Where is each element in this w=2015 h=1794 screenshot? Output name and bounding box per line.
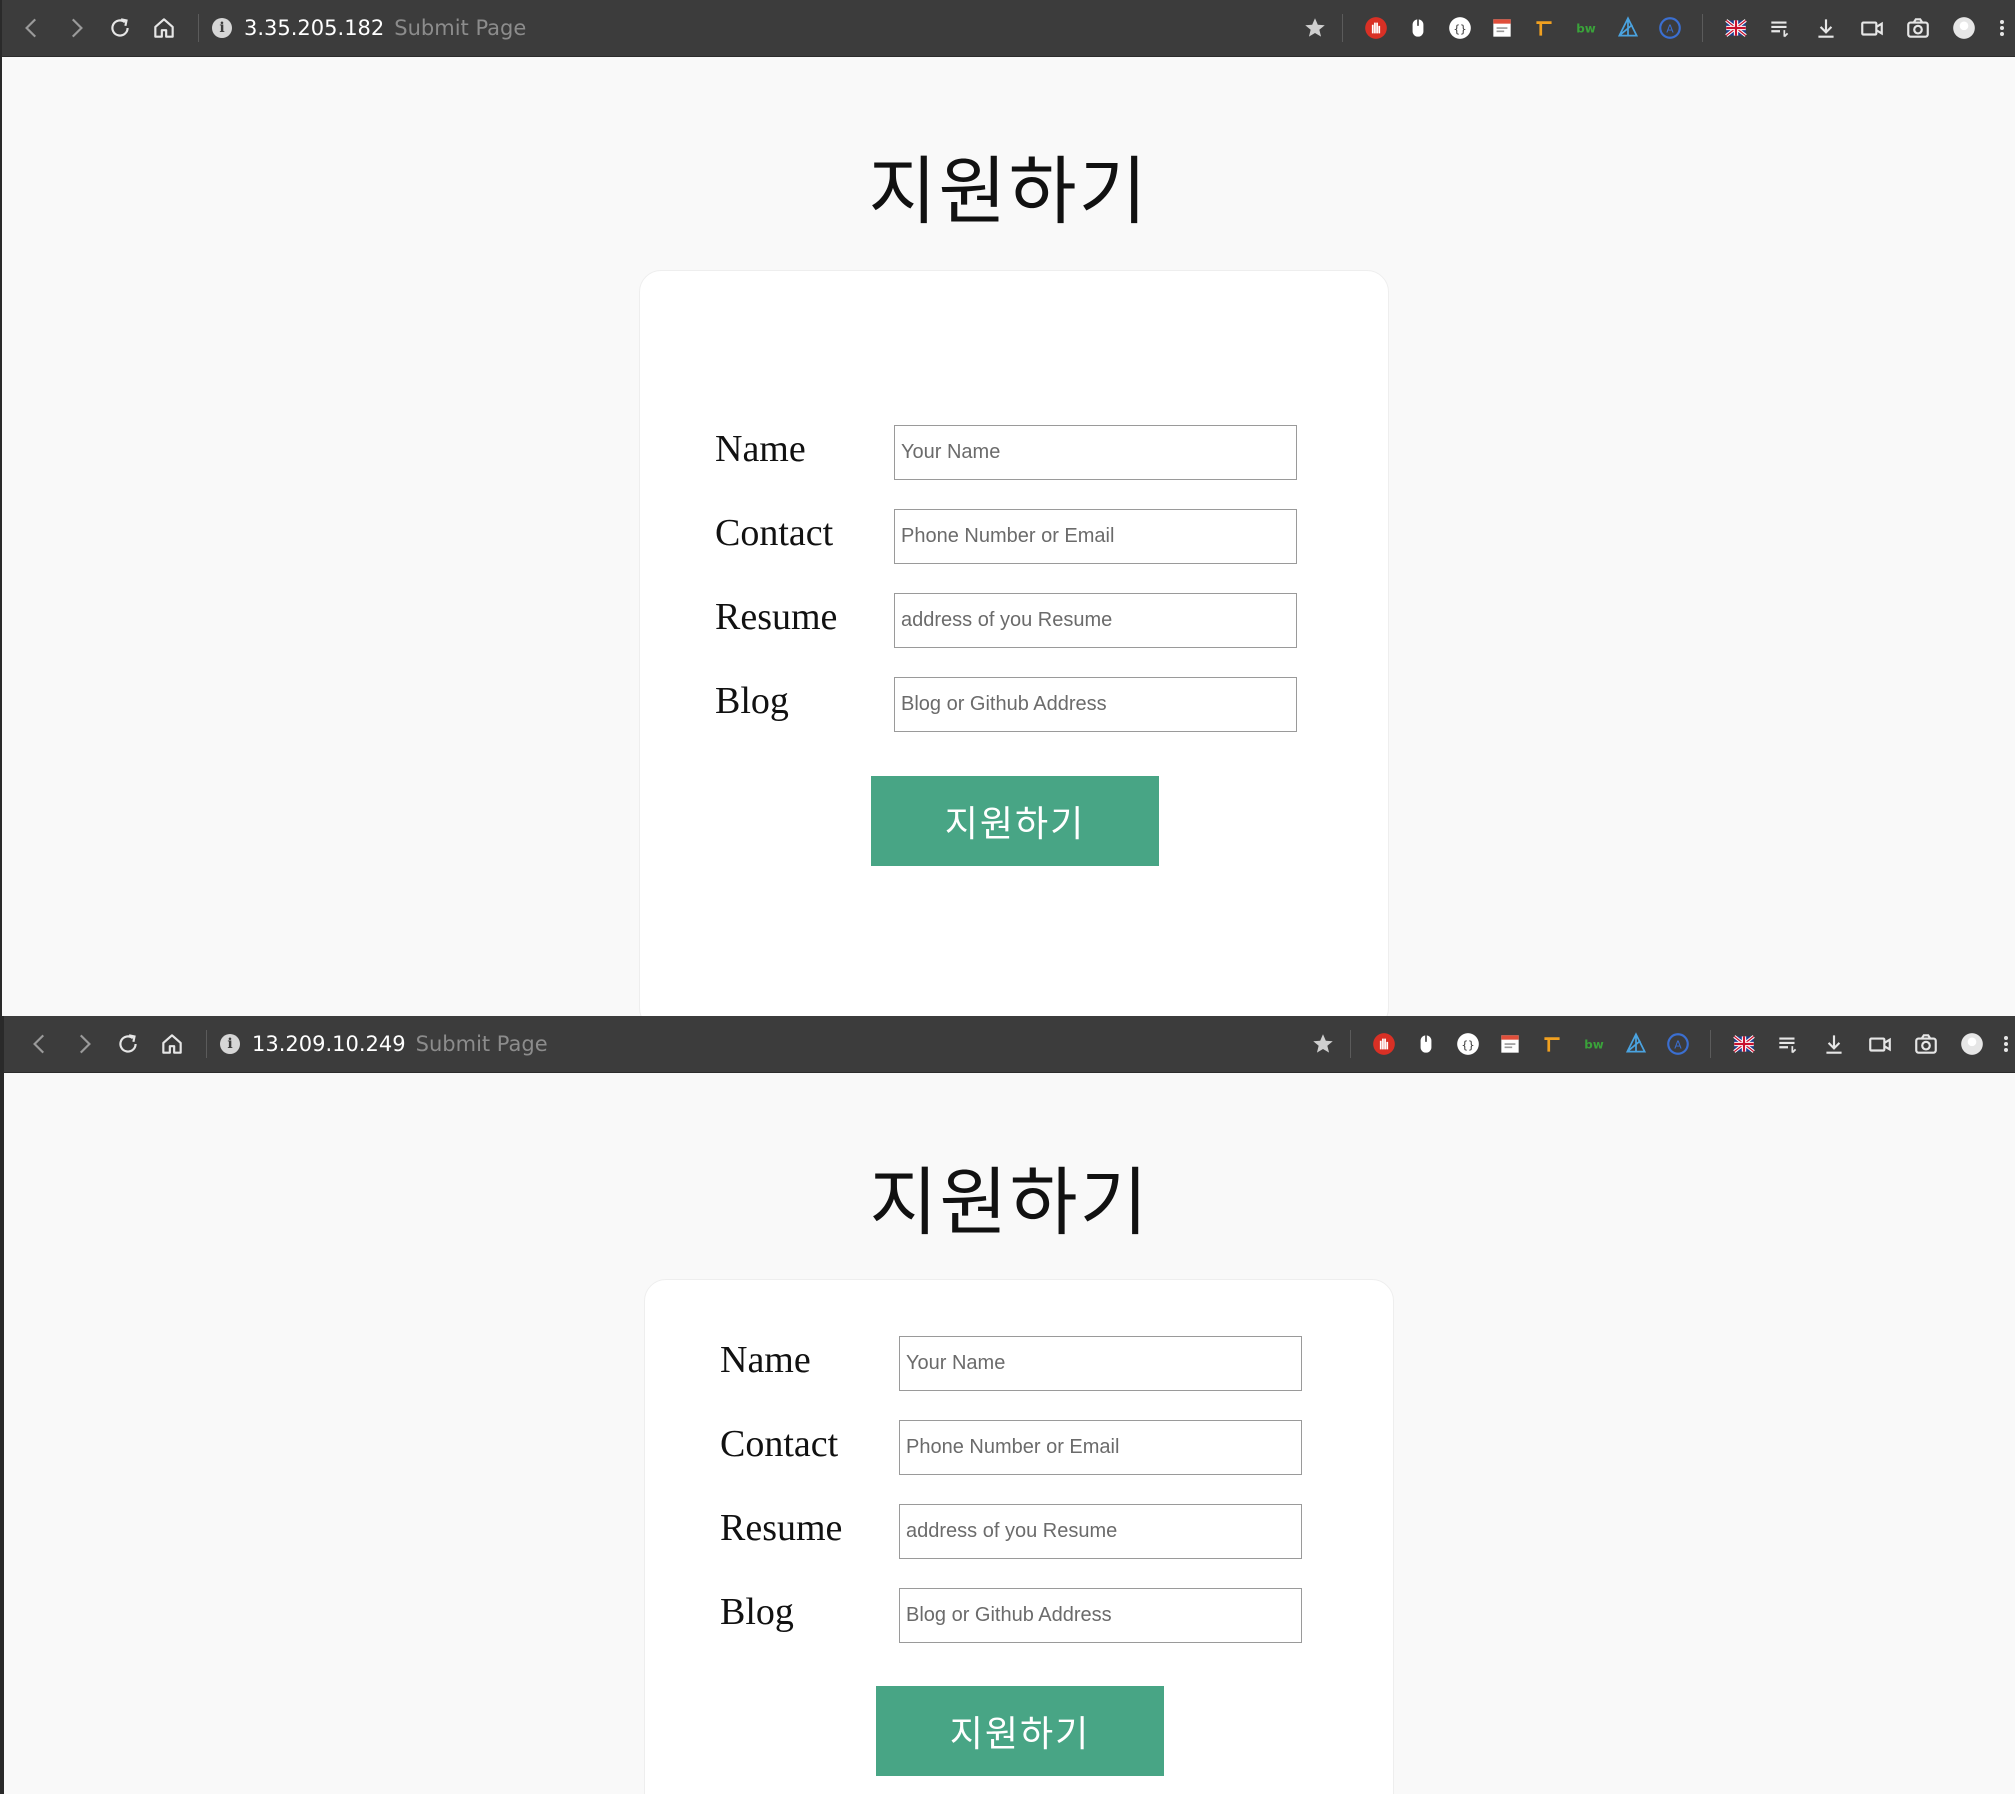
- site-info-icon[interactable]: i: [220, 1034, 240, 1054]
- camera-icon[interactable]: [1908, 1026, 1944, 1062]
- address-page-title: Submit Page: [415, 1032, 548, 1056]
- grammar-icon[interactable]: A: [1660, 1026, 1696, 1062]
- submit-button[interactable]: 지원하기: [871, 776, 1159, 866]
- bookmark-star-icon[interactable]: [1297, 10, 1333, 46]
- application-form: Name Contact Resume Blog 지원하기: [639, 270, 1389, 1016]
- notes-icon[interactable]: [1484, 10, 1520, 46]
- svg-text:bw: bw: [1584, 1037, 1604, 1051]
- reload-icon[interactable]: [100, 8, 140, 48]
- address-bar[interactable]: i 3.35.205.182 Submit Page: [212, 10, 526, 46]
- blog-label: Blog: [720, 1591, 794, 1633]
- svg-text:A: A: [1674, 1038, 1682, 1051]
- video-icon[interactable]: [1862, 1026, 1898, 1062]
- browser-window: i 13.209.10.249 Submit Page {} bw A 지원하기…: [0, 1016, 2015, 1794]
- profile-icon[interactable]: [1954, 1026, 1990, 1062]
- name-input[interactable]: [899, 1336, 1302, 1391]
- json-viewer-icon[interactable]: {}: [1450, 1026, 1486, 1062]
- address-bar[interactable]: i 13.209.10.249 Submit Page: [220, 1026, 548, 1062]
- bookmark-star-icon[interactable]: [1305, 1026, 1341, 1062]
- download-icon[interactable]: [1808, 10, 1844, 46]
- svg-text:{}: {}: [1453, 22, 1466, 35]
- form-row-name: Name: [640, 425, 1388, 481]
- form-row-blog: Blog: [640, 677, 1388, 733]
- home-icon[interactable]: [152, 1024, 192, 1064]
- json-viewer-icon[interactable]: {}: [1442, 10, 1478, 46]
- form-row-blog: Blog: [645, 1588, 1393, 1644]
- svg-text:bw: bw: [1576, 21, 1596, 35]
- mouse-gesture-icon[interactable]: [1400, 10, 1436, 46]
- language-flag-icon[interactable]: [1718, 10, 1754, 46]
- adblock-icon[interactable]: [1358, 10, 1394, 46]
- address-page-title: Submit Page: [394, 16, 527, 40]
- bw-extension-icon[interactable]: bw: [1576, 1026, 1612, 1062]
- resume-label: Resume: [715, 596, 838, 638]
- toolbar-divider: [206, 1030, 207, 1058]
- address-host: 3.35.205.182: [244, 16, 385, 40]
- forward-icon[interactable]: [56, 8, 96, 48]
- form-row-resume: Resume: [645, 1504, 1393, 1560]
- translate-tool-icon[interactable]: [1526, 10, 1562, 46]
- form-row-contact: Contact: [640, 509, 1388, 565]
- playlist-icon[interactable]: [1762, 10, 1798, 46]
- resume-input[interactable]: [899, 1504, 1302, 1559]
- back-icon[interactable]: [12, 8, 52, 48]
- translate-tool-icon[interactable]: [1534, 1026, 1570, 1062]
- contact-label: Contact: [715, 512, 834, 554]
- toolbar-divider: [1702, 14, 1703, 42]
- camera-icon[interactable]: [1900, 10, 1936, 46]
- network-icon[interactable]: [1618, 1026, 1654, 1062]
- mouse-gesture-icon[interactable]: [1408, 1026, 1444, 1062]
- more-menu-icon[interactable]: [1997, 1026, 2015, 1062]
- address-host: 13.209.10.249: [252, 1032, 406, 1056]
- application-form: Name Contact Resume Blog 지원하기: [644, 1279, 1394, 1794]
- form-row-contact: Contact: [645, 1420, 1393, 1476]
- back-icon[interactable]: [20, 1024, 60, 1064]
- playlist-icon[interactable]: [1770, 1026, 1806, 1062]
- reload-icon[interactable]: [108, 1024, 148, 1064]
- form-row-resume: Resume: [640, 593, 1388, 649]
- page-title: 지원하기: [869, 1160, 1150, 1246]
- resume-label: Resume: [720, 1507, 843, 1549]
- name-label: Name: [720, 1339, 811, 1381]
- blog-input[interactable]: [894, 677, 1297, 732]
- forward-icon[interactable]: [64, 1024, 104, 1064]
- contact-input[interactable]: [899, 1420, 1302, 1475]
- profile-icon[interactable]: [1946, 10, 1982, 46]
- download-icon[interactable]: [1816, 1026, 1852, 1062]
- name-label: Name: [715, 428, 806, 470]
- home-icon[interactable]: [144, 8, 184, 48]
- svg-text:{}: {}: [1461, 1038, 1474, 1051]
- site-info-icon[interactable]: i: [212, 18, 232, 38]
- blog-input[interactable]: [899, 1588, 1302, 1643]
- toolbar-divider: [1350, 1030, 1351, 1058]
- toolbar-divider: [1710, 1030, 1711, 1058]
- browser-window: i 3.35.205.182 Submit Page {} bw A 지원하기 …: [0, 0, 2015, 1016]
- contact-input[interactable]: [894, 509, 1297, 564]
- page-content: 지원하기 Name Contact Resume Blog 지원하기: [4, 1073, 2015, 1794]
- page-title: 지원하기: [868, 149, 1149, 235]
- toolbar-divider: [198, 14, 199, 42]
- submit-button[interactable]: 지원하기: [876, 1686, 1164, 1776]
- name-input[interactable]: [894, 425, 1297, 480]
- browser-toolbar: i 13.209.10.249 Submit Page {} bw A: [4, 1016, 2015, 1073]
- network-icon[interactable]: [1610, 10, 1646, 46]
- notes-icon[interactable]: [1492, 1026, 1528, 1062]
- language-flag-icon[interactable]: [1726, 1026, 1762, 1062]
- video-icon[interactable]: [1854, 10, 1890, 46]
- bw-extension-icon[interactable]: bw: [1568, 10, 1604, 46]
- grammar-icon[interactable]: A: [1652, 10, 1688, 46]
- adblock-icon[interactable]: [1366, 1026, 1402, 1062]
- svg-text:A: A: [1666, 22, 1674, 35]
- toolbar-divider: [1342, 14, 1343, 42]
- page-content: 지원하기 Name Contact Resume Blog 지원하기: [2, 57, 2015, 1016]
- form-row-name: Name: [645, 1336, 1393, 1392]
- resume-input[interactable]: [894, 593, 1297, 648]
- contact-label: Contact: [720, 1423, 839, 1465]
- blog-label: Blog: [715, 680, 789, 722]
- browser-toolbar: i 3.35.205.182 Submit Page {} bw A: [2, 0, 2015, 57]
- more-menu-icon[interactable]: [1992, 10, 2012, 46]
